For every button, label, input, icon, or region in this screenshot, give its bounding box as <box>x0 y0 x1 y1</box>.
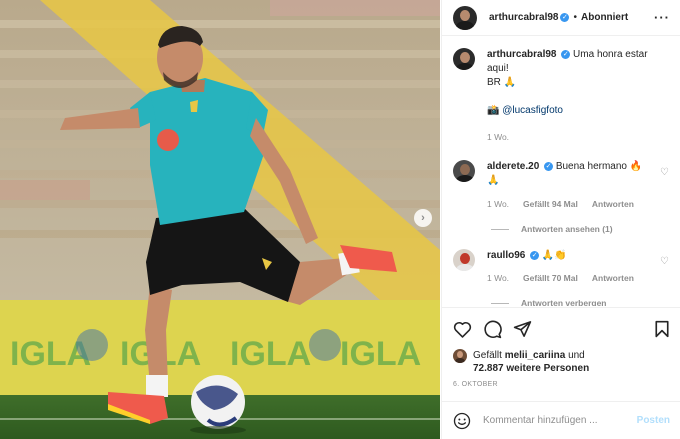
caption: arthurcabral98 ✓ Uma honra estar aqui! B… <box>453 48 670 144</box>
verified-icon: ✓ <box>530 250 540 260</box>
comment-likes[interactable]: Gefällt 70 Mal <box>523 271 578 285</box>
comment-line-1: alderete.20 ✓ Buena hermano 🔥 <box>487 160 670 174</box>
caption-username[interactable]: arthurcabral98 <box>487 49 556 60</box>
post-comment-button[interactable]: Posten <box>637 415 670 426</box>
share-icon[interactable] <box>513 320 532 338</box>
likes-summary: Gefällt melii_cariina und 72.887 weitere… <box>453 349 670 375</box>
hide-replies-button[interactable]: Antworten verbergen <box>491 298 670 306</box>
comment-likes[interactable]: Gefällt 94 Mal <box>523 197 578 211</box>
caption-line-1: arthurcabral98 ✓ Uma honra estar aqui! <box>487 48 670 76</box>
likes-prefix: Gefällt <box>473 350 502 361</box>
likes-text: Gefällt melii_cariina und 72.887 weitere… <box>473 349 589 375</box>
action-icons <box>453 318 670 340</box>
reply-button[interactable]: Antworten <box>592 197 634 211</box>
caption-meta: 1 Wo. <box>487 130 670 144</box>
liker-username[interactable]: melii_cariina <box>505 350 566 361</box>
camera-emoji: 📸 <box>487 105 500 116</box>
reply-button[interactable]: Antworten <box>592 271 634 285</box>
follow-status-button[interactable]: Abonniert <box>581 12 628 23</box>
author-username[interactable]: arthurcabral98 <box>489 12 558 23</box>
commenter-avatar[interactable] <box>453 249 475 271</box>
comment-input[interactable]: Kommentar hinzufügen ... <box>483 415 637 426</box>
comment-heart-icon[interactable]: ♡ <box>660 168 670 178</box>
comment-line-2: 🙏 <box>487 175 500 186</box>
verified-icon: ✓ <box>561 49 571 59</box>
comment-username[interactable]: raullo96 <box>487 250 525 261</box>
comment-text: Buena hermano 🔥 <box>555 161 643 172</box>
likes-count[interactable]: 72.887 weitere Personen <box>473 363 589 374</box>
post-date[interactable]: 6. OKTOBER <box>453 381 670 388</box>
comment-item: alderete.20 ✓ Buena hermano 🔥 🙏 1 Wo. Ge… <box>453 160 670 211</box>
comments-list[interactable]: arthurcabral98 ✓ Uma honra estar aqui! B… <box>442 48 680 306</box>
comment-meta: 1 Wo. Gefällt 94 Mal Antworten <box>487 197 670 211</box>
verified-icon: ✓ <box>544 161 554 171</box>
more-options-icon[interactable]: ··· <box>654 10 670 25</box>
caption-line-3: 📸 @lucasfigfoto <box>487 104 670 118</box>
comment-text: 🙏👏 <box>541 250 567 261</box>
svg-text:IGLA: IGLA <box>230 335 311 373</box>
post-actions: Gefällt melii_cariina und 72.887 weitere… <box>442 307 680 388</box>
caption-time[interactable]: 1 Wo. <box>487 130 509 144</box>
likes-connector: und <box>568 350 585 361</box>
post-photo[interactable]: IGLA IGLA IGLA IGLA <box>0 0 440 439</box>
comment-meta: 1 Wo. Gefällt 70 Mal Antworten <box>487 271 670 285</box>
verified-icon: ✓ <box>560 13 570 22</box>
add-comment-bar: Kommentar hinzufügen ... Posten <box>442 401 680 439</box>
comment-icon[interactable] <box>483 320 502 339</box>
post-panel: arthurcabral98 ✓ • Abonniert ··· arthurc… <box>441 0 680 439</box>
comment-heart-icon[interactable]: ♡ <box>660 257 670 267</box>
author-avatar[interactable] <box>453 5 477 30</box>
comment-line-1: raullo96 ✓ 🙏👏 <box>487 249 670 263</box>
view-replies-button[interactable]: Antworten ansehen (1) <box>491 224 670 234</box>
heart-icon[interactable] <box>453 320 472 338</box>
photographer-mention-link[interactable]: @lucasfigfoto <box>502 105 563 116</box>
svg-text:IGLA: IGLA <box>340 335 421 373</box>
comment-time[interactable]: 1 Wo. <box>487 271 509 285</box>
emoji-icon[interactable] <box>453 412 471 430</box>
liker-avatar[interactable] <box>453 349 467 363</box>
caption-avatar[interactable] <box>453 48 475 70</box>
separator-dot: • <box>573 12 577 23</box>
next-arrow-icon[interactable]: › <box>414 209 432 227</box>
commenter-avatar[interactable] <box>453 160 475 182</box>
photo-image: IGLA IGLA IGLA IGLA <box>0 0 440 439</box>
post-header: arthurcabral98 ✓ • Abonniert ··· <box>442 0 680 36</box>
caption-line-2: BR 🙏 <box>487 77 517 88</box>
comment-time[interactable]: 1 Wo. <box>487 197 509 211</box>
comment-username[interactable]: alderete.20 <box>487 161 539 172</box>
bookmark-icon[interactable] <box>654 320 670 338</box>
comment-item: raullo96 ✓ 🙏👏 1 Wo. Gefällt 70 Mal Antwo… <box>453 249 670 285</box>
